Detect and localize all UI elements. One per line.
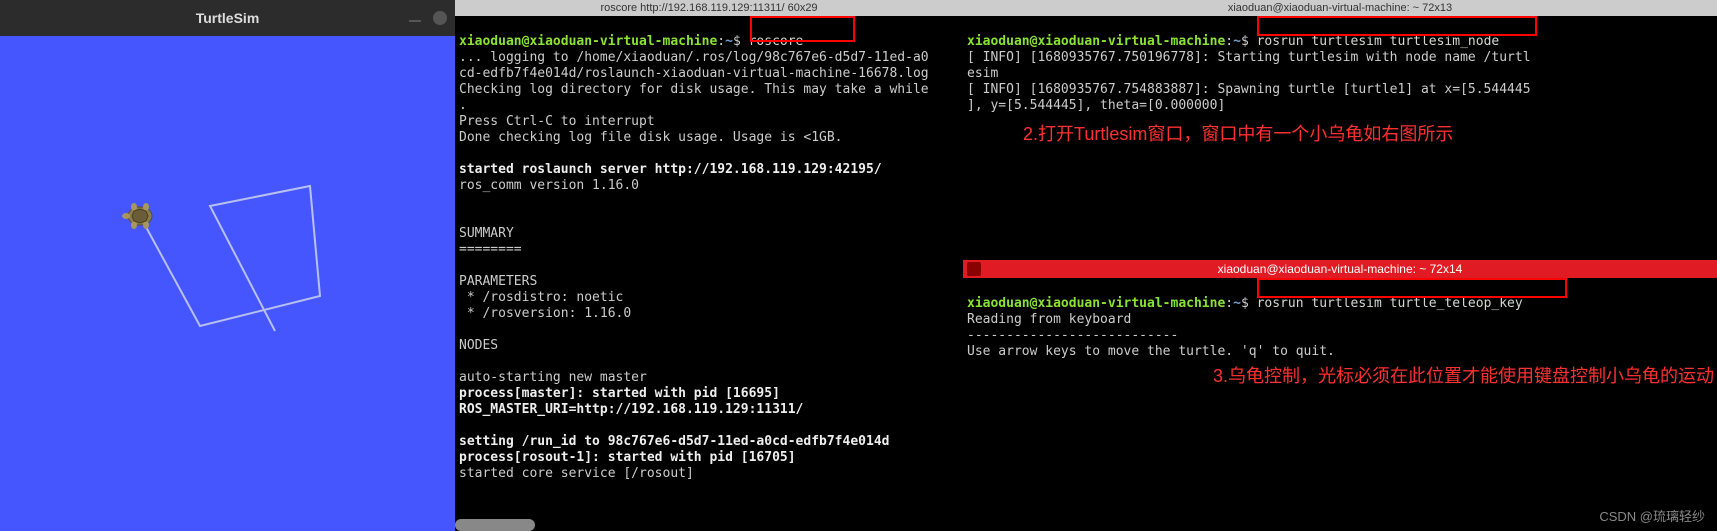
prompt-user: xiaoduan@xiaoduan-virtual-machine bbox=[967, 34, 1225, 49]
turtle-icon bbox=[120, 196, 160, 236]
prompt-path: ~ bbox=[725, 34, 733, 49]
terminal-header-roscore: roscore http://192.168.119.129:11311/ 60… bbox=[455, 0, 963, 16]
terminal-header-node: xiaoduan@xiaoduan-virtual-machine: ~ 72x… bbox=[963, 0, 1717, 16]
log-line: ... logging to /home/xiaoduan/.ros/log/9… bbox=[459, 50, 929, 65]
turtlesim-canvas[interactable] bbox=[0, 36, 455, 531]
log-line: process[master]: started with pid [16695… bbox=[459, 386, 780, 401]
prompt-user: xiaoduan@xiaoduan-virtual-machine bbox=[967, 296, 1225, 311]
log-line: ], y=[5.544445], theta=[0.000000] bbox=[967, 98, 1225, 113]
log-line: [ INFO] [1680935767.754883887]: Spawning… bbox=[967, 82, 1531, 97]
prompt-user: xiaoduan@xiaoduan-virtual-machine bbox=[459, 34, 717, 49]
minimize-icon[interactable] bbox=[409, 20, 421, 22]
log-line: process[rosout-1]: started with pid [167… bbox=[459, 450, 796, 465]
log-line: Use arrow keys to move the turtle. 'q' t… bbox=[967, 344, 1335, 359]
terminal-header-teleop[interactable]: xiaoduan@xiaoduan-virtual-machine: ~ 72x… bbox=[963, 260, 1717, 278]
highlight-box-teleop bbox=[1257, 278, 1567, 298]
separator: ======== bbox=[459, 242, 522, 257]
terminal-header-teleop-title: xiaoduan@xiaoduan-virtual-machine: ~ 72x… bbox=[1218, 260, 1463, 278]
log-line: --------------------------- bbox=[967, 328, 1178, 343]
log-line: setting /run_id to 98c767e6-d5d7-11ed-a0… bbox=[459, 434, 889, 449]
log-line: ROS_MASTER_URI=http://192.168.119.129:11… bbox=[459, 402, 803, 417]
prompt-path: ~ bbox=[1233, 34, 1241, 49]
param-line: * /rosversion: 1.16.0 bbox=[459, 306, 631, 321]
turtle-trail bbox=[0, 36, 455, 531]
annotation-3: 3.乌龟控制，光标必须在此位置才能使用键盘控制小乌龟的运动 bbox=[1213, 363, 1533, 389]
log-line: Reading from keyboard bbox=[967, 312, 1131, 327]
log-line: Checking log directory for disk usage. T… bbox=[459, 82, 929, 97]
log-line: cd-edfb7f4e014d/roslaunch-xiaoduan-virtu… bbox=[459, 66, 929, 81]
terminal-roscore[interactable]: xiaoduan@xiaoduan-virtual-machine:~$ ros… bbox=[455, 16, 963, 531]
close-icon[interactable] bbox=[433, 11, 447, 25]
terminal-roscore-pane: roscore http://192.168.119.129:11311/ 60… bbox=[455, 0, 963, 531]
terminal-teleop[interactable]: xiaoduan@xiaoduan-virtual-machine:~$ ros… bbox=[963, 278, 1717, 531]
log-line: auto-starting new master bbox=[459, 370, 647, 385]
terminal-tab-icon bbox=[967, 262, 981, 276]
titlebar[interactable]: TurtleSim bbox=[0, 0, 455, 36]
window-title: TurtleSim bbox=[196, 10, 260, 26]
log-line: ros_comm version 1.16.0 bbox=[459, 178, 639, 193]
params-heading: PARAMETERS bbox=[459, 274, 537, 289]
titlebar-controls bbox=[409, 11, 447, 25]
annotation-2: 2.打开Turtlesim窗口，窗口中有一个小乌龟如右图所示 bbox=[1023, 121, 1453, 147]
nodes-heading: NODES bbox=[459, 338, 498, 353]
turtlesim-window: TurtleSim bbox=[0, 0, 455, 531]
highlight-box-node bbox=[1257, 16, 1537, 36]
log-line: esim bbox=[967, 66, 998, 81]
log-line: started roslaunch server http://192.168.… bbox=[459, 162, 882, 177]
cmd-teleop: rosrun turtlesim turtle_teleop_key bbox=[1257, 296, 1523, 311]
watermark: CSDN @琉璃轻纱 bbox=[1599, 509, 1705, 525]
log-line: Done checking log file disk usage. Usage… bbox=[459, 130, 843, 145]
summary-heading: SUMMARY bbox=[459, 226, 514, 241]
cmd-roscore: roscore bbox=[749, 34, 804, 49]
log-line: started core service [/rosout] bbox=[459, 466, 694, 481]
prompt-path: ~ bbox=[1233, 296, 1241, 311]
log-line: [ INFO] [1680935767.750196778]: Starting… bbox=[967, 50, 1531, 65]
log-line: Press Ctrl-C to interrupt bbox=[459, 114, 655, 129]
param-line: * /rosdistro: noetic bbox=[459, 290, 623, 305]
log-line: . bbox=[459, 98, 467, 113]
right-terminals-column: xiaoduan@xiaoduan-virtual-machine: ~ 72x… bbox=[963, 0, 1717, 531]
cmd-turtlesim-node: rosrun turtlesim turtlesim_node bbox=[1257, 34, 1500, 49]
scrollbar-thumb[interactable] bbox=[455, 519, 535, 531]
terminal-turtlesim-node[interactable]: xiaoduan@xiaoduan-virtual-machine:~$ ros… bbox=[963, 16, 1717, 260]
